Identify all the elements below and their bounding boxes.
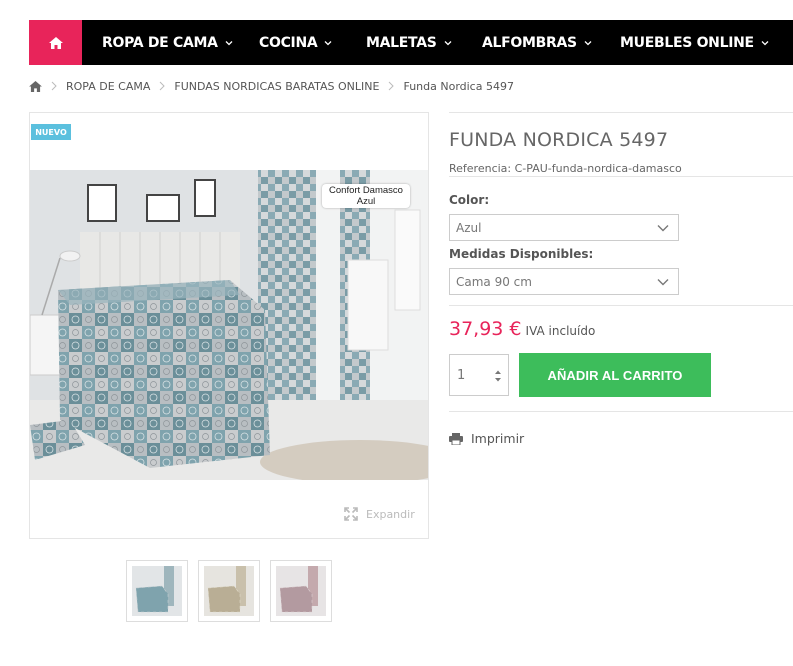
chevron-down-icon: [657, 279, 669, 286]
nav-item-label: MALETAS: [366, 34, 437, 51]
breadcrumb: ROPA DE CAMA FUNDAS NORDICAS BARATAS ONL…: [29, 78, 514, 94]
chevron-down-icon: [324, 40, 332, 45]
color-select-value: Azul: [456, 220, 482, 235]
nav-item-ropa-de-cama[interactable]: ROPA DE CAMA: [102, 20, 234, 65]
nav-item-maletas[interactable]: MALETAS: [366, 20, 453, 65]
size-select[interactable]: Cama 90 cm: [449, 268, 679, 295]
product-title: FUNDA NORDICA 5497: [449, 129, 669, 151]
expand-icon: [344, 507, 358, 521]
thumbnail-beige[interactable]: [198, 560, 260, 622]
divider: [449, 305, 793, 306]
print-label: Imprimir: [471, 431, 525, 446]
tax-note: IVA incluído: [525, 324, 596, 338]
chevron-right-icon: [389, 81, 395, 91]
spinner-arrows-icon[interactable]: [494, 369, 502, 383]
nav-item-label: MUEBLES ONLINE: [620, 34, 754, 51]
chevron-right-icon: [51, 81, 57, 91]
thumbnail-mauve[interactable]: [270, 560, 332, 622]
add-to-cart-button[interactable]: AÑADIR AL CARRITO: [519, 353, 711, 397]
size-select-value: Cama 90 cm: [456, 274, 532, 289]
product-reference: Referencia: C-PAU-funda-nordica-damasco: [449, 162, 682, 175]
thumbnail-blue[interactable]: [126, 560, 188, 622]
nav-item-alfombras[interactable]: ALFOMBRAS: [482, 20, 593, 65]
expand-button[interactable]: Expandir: [344, 507, 415, 521]
breadcrumb-current: Funda Nordica 5497: [403, 79, 514, 93]
home-icon: [48, 36, 63, 49]
chevron-down-icon: [444, 40, 452, 45]
product-image[interactable]: [30, 170, 428, 480]
chevron-right-icon: [160, 81, 166, 91]
breadcrumb-item-fundas-nordicas[interactable]: FUNDAS NORDICAS BARATAS ONLINE: [174, 80, 379, 93]
nav-item-label: ROPA DE CAMA: [102, 34, 218, 51]
new-badge: NUEVO: [31, 124, 71, 140]
divider: [449, 411, 793, 412]
chevron-down-icon: [761, 40, 769, 45]
divider: [449, 176, 793, 177]
nav-item-cocina[interactable]: COCINA: [259, 20, 333, 65]
print-link[interactable]: Imprimir: [449, 431, 524, 446]
chevron-down-icon: [584, 40, 592, 45]
chevron-down-icon: [657, 225, 669, 232]
chevron-down-icon: [225, 40, 233, 45]
nav-item-label: ALFOMBRAS: [482, 34, 577, 51]
nav-item-label: COCINA: [259, 34, 318, 51]
product-price: 37,93 €: [449, 318, 522, 340]
color-select[interactable]: Azul: [449, 214, 679, 241]
size-label: Medidas Disponibles:: [449, 247, 594, 261]
color-label: Color:: [449, 193, 490, 207]
home-icon[interactable]: [29, 80, 42, 92]
quantity-value: 1: [457, 367, 466, 383]
quantity-stepper[interactable]: 1: [449, 354, 509, 396]
printer-icon: [449, 432, 463, 445]
image-caption: Confort Damasco Azul: [322, 184, 410, 208]
divider: [449, 112, 793, 113]
expand-label: Expandir: [366, 507, 415, 521]
main-nav: ROPA DE CAMA COCINA MALETAS ALFOMBRAS MU…: [29, 20, 793, 65]
nav-home-button[interactable]: [29, 20, 82, 65]
price-block: 37,93 € IVA incluído: [449, 318, 595, 340]
nav-item-muebles-online[interactable]: MUEBLES ONLINE: [620, 20, 770, 65]
breadcrumb-item-ropa-de-cama[interactable]: ROPA DE CAMA: [66, 80, 150, 93]
